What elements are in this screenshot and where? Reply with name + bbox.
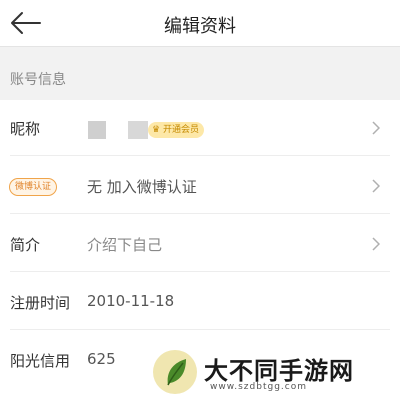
vip-badge[interactable]: ♛ 开通会员 [148,122,204,138]
register-time-row: 注册时间 2010-11-18 [0,274,400,330]
top-bar: 编辑资料 [0,0,400,47]
sunshine-credit-value: 625 [87,350,116,368]
chevron-right-icon [372,237,380,251]
divider [10,155,390,156]
register-time-label: 注册时间 [10,294,71,312]
chevron-right-icon [372,179,380,193]
crown-icon: ♛ [152,125,161,135]
watermark-url: www.szdbtgg.com [210,382,307,392]
nickname-row[interactable]: 昵称 ♛ 开通会员 [0,100,400,156]
divider [10,213,390,214]
avatar [88,121,106,139]
intro-row[interactable]: 简介 介绍下自己 [0,216,400,272]
site-watermark: 大不同手游网 www.szdbtgg.com [150,345,400,400]
nickname-label: 昵称 [10,120,41,138]
intro-label: 简介 [10,236,41,254]
vip-badge-label: 开通会员 [162,125,199,135]
nickname-value [128,121,148,139]
weibo-verify-badge: 微博认证 [9,178,58,196]
register-time-value: 2010-11-18 [87,292,175,310]
section-label: 账号信息 [10,72,66,88]
divider [10,271,390,272]
divider [10,329,390,330]
weibo-verify-row[interactable]: 微博认证 无 加入微博认证 [0,158,400,214]
page-title: 编辑资料 [164,16,236,37]
weibo-verify-value: 无 加入微博认证 [87,178,197,196]
watermark-text: 大不同手游网 [204,357,354,385]
leaf-logo-icon [153,350,197,394]
sunshine-credit-label: 阳光信用 [10,352,71,370]
chevron-right-icon [372,121,380,135]
intro-value: 介绍下自己 [87,236,163,254]
